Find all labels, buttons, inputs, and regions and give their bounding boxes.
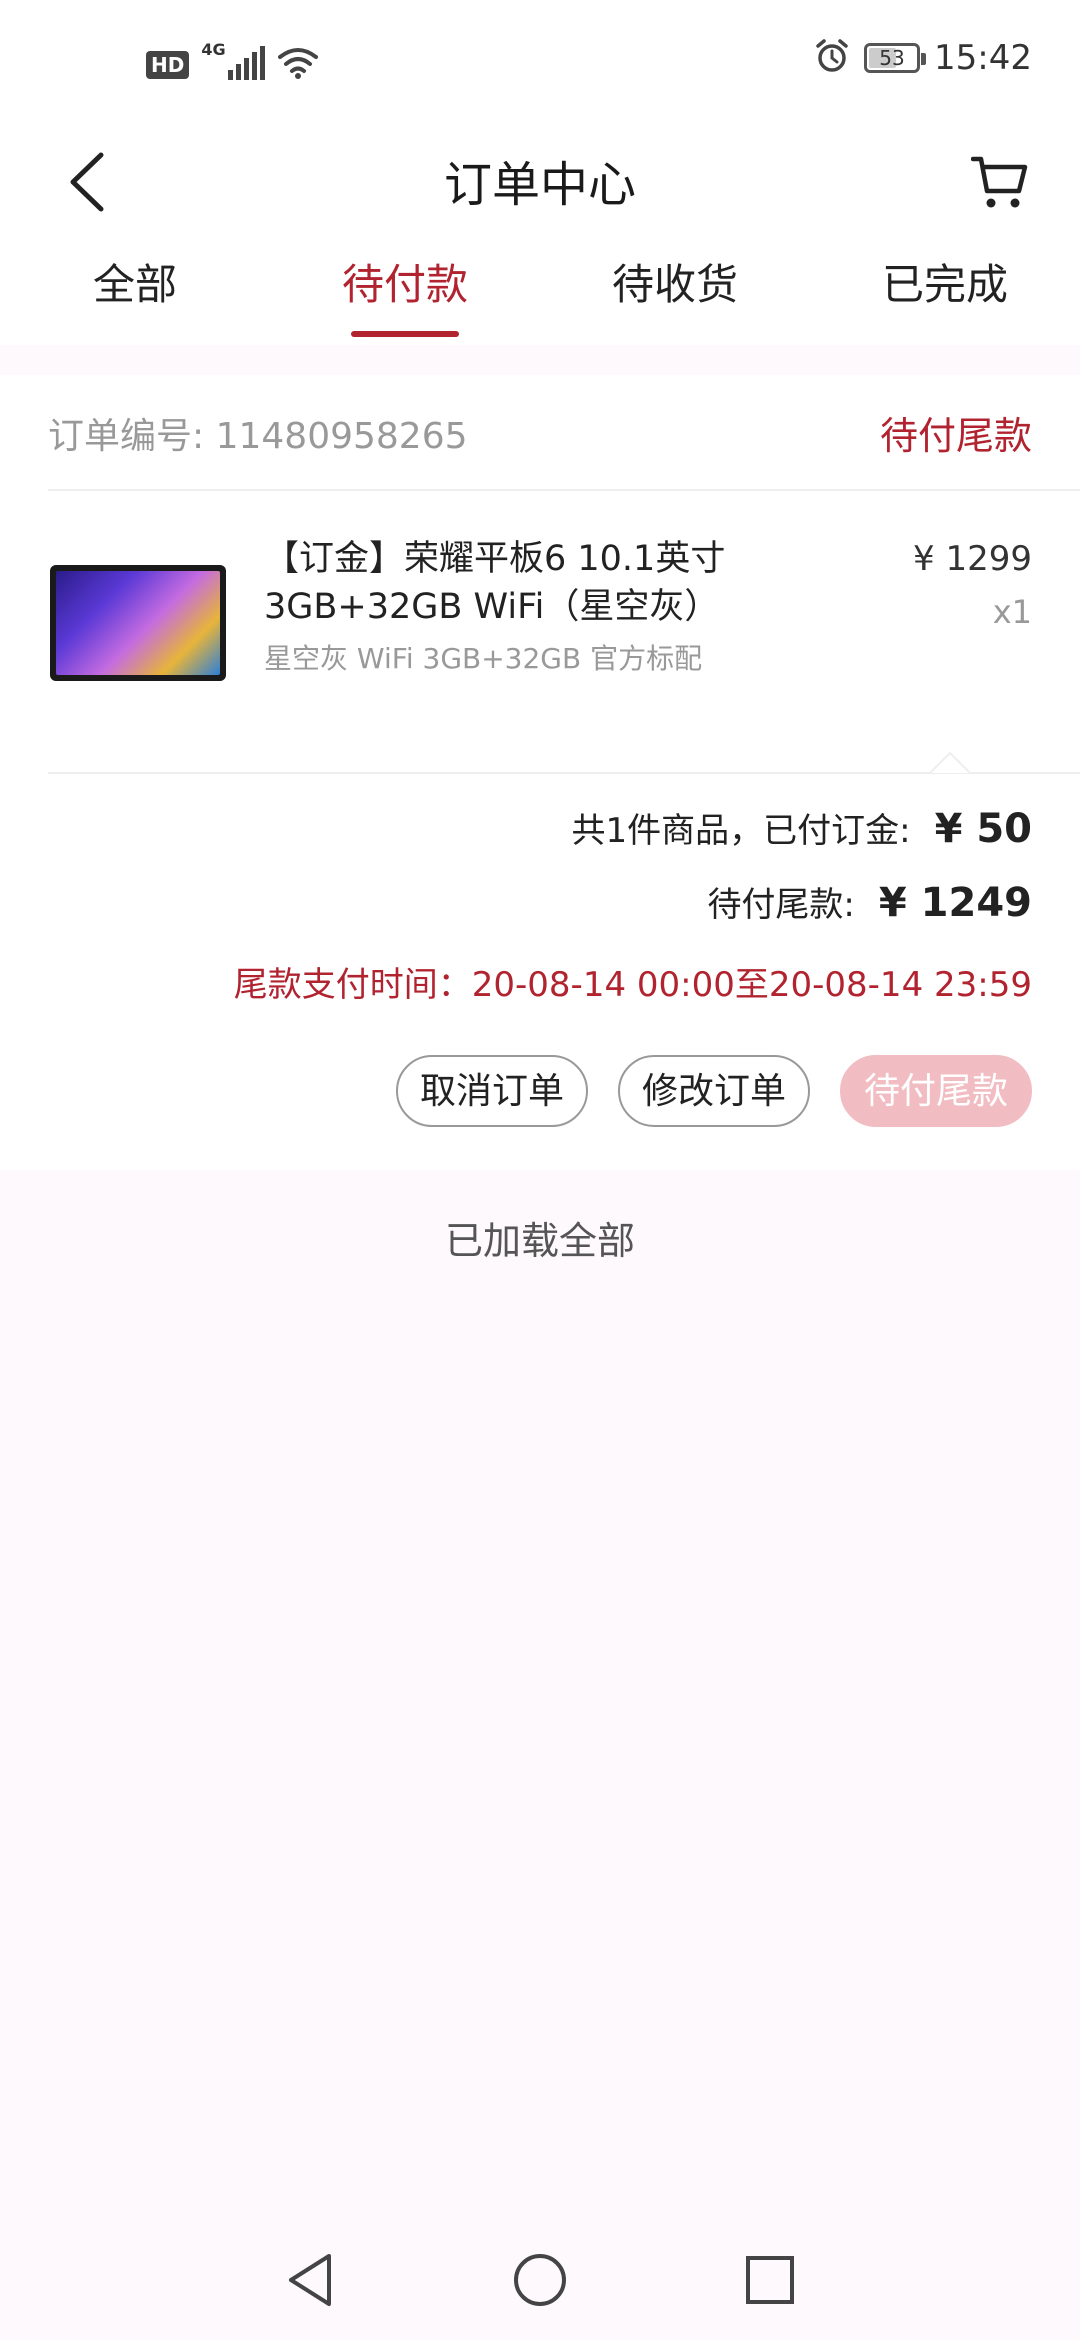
tab-pending-payment[interactable]: 待付款	[270, 240, 540, 345]
network-type: 4G	[201, 40, 226, 59]
price-summary: 共1件商品，已付订金: ¥ 50 待付尾款: ¥ 1249	[571, 803, 1032, 951]
clock: 15:42	[934, 38, 1032, 78]
nav-back-button[interactable]	[270, 2240, 350, 2320]
nav-recent-icon	[746, 2256, 794, 2304]
system-nav-bar	[0, 2220, 1080, 2340]
app-header: 订单中心	[0, 130, 1080, 240]
product-spec: 星空灰 WiFi 3GB+32GB 官方标配	[264, 642, 703, 675]
deposit-line: 共1件商品，已付订金: ¥ 50	[571, 803, 1032, 877]
order-number: 订单编号: 11480958265	[48, 415, 468, 457]
hd-badge: HD	[146, 51, 190, 79]
divider	[48, 489, 1080, 491]
cart-icon	[970, 153, 1029, 215]
product-name: 【订金】荣耀平板6 10.1英寸 3GB+32GB WiFi（星空灰）	[264, 539, 726, 627]
balance-label: 待付尾款:	[707, 885, 855, 925]
modify-order-button[interactable]: 修改订单	[617, 1055, 810, 1127]
page-title: 订单中心	[443, 157, 636, 213]
order-card[interactable]: 订单编号: 11480958265 待付尾款 【订金】荣耀平板6 10.1英寸 …	[0, 375, 1080, 1170]
deposit-value: ¥ 50	[934, 806, 1032, 852]
tab-all[interactable]: 全部	[0, 240, 270, 345]
alarm-icon	[814, 38, 850, 78]
caret-up-icon	[930, 752, 970, 773]
nav-back-icon	[289, 2254, 331, 2306]
order-actions: 取消订单 修改订单 待付尾款	[395, 1055, 1032, 1127]
balance-value: ¥ 1249	[878, 880, 1032, 926]
nav-recent-button[interactable]	[730, 2240, 810, 2320]
divider	[48, 772, 1080, 774]
loaded-all-text: 已加载全部	[444, 1219, 635, 1263]
battery-percent: 53	[879, 46, 905, 70]
status-right: 53 15:42	[814, 38, 1032, 78]
wifi-icon	[277, 47, 318, 83]
tablet-screen	[56, 571, 220, 675]
nav-home-button[interactable]	[500, 2240, 580, 2320]
deposit-label: 共1件商品，已付订金:	[571, 811, 911, 851]
balance-line: 待付尾款: ¥ 1249	[571, 877, 1032, 951]
product-item[interactable]: 【订金】荣耀平板6 10.1英寸 3GB+32GB WiFi（星空灰） 星空灰 …	[48, 535, 1032, 695]
status-left: HD 4G	[146, 40, 318, 84]
signal-icon	[227, 46, 266, 84]
cart-button[interactable]	[960, 134, 1040, 234]
pay-balance-button[interactable]: 待付尾款	[839, 1055, 1032, 1127]
order-tabs: 全部 待付款 待收货 已完成	[0, 240, 1080, 345]
cancel-order-button[interactable]: 取消订单	[395, 1055, 588, 1127]
status-bar: HD 4G 53 15:42	[0, 0, 1080, 130]
order-header: 订单编号: 11480958265 待付尾款	[48, 375, 1032, 490]
product-image	[50, 565, 226, 681]
product-quantity: x1	[992, 593, 1032, 631]
payment-time: 尾款支付时间：20-08-14 00:00至20-08-14 23:59	[233, 965, 1032, 1005]
battery-icon: 53	[864, 43, 927, 73]
product-price: ¥ 1299	[913, 539, 1032, 579]
tab-completed[interactable]: 已完成	[810, 240, 1080, 345]
nav-home-icon	[514, 2254, 566, 2306]
order-status: 待付尾款	[879, 414, 1032, 458]
tab-pending-receipt[interactable]: 待收货	[540, 240, 810, 345]
